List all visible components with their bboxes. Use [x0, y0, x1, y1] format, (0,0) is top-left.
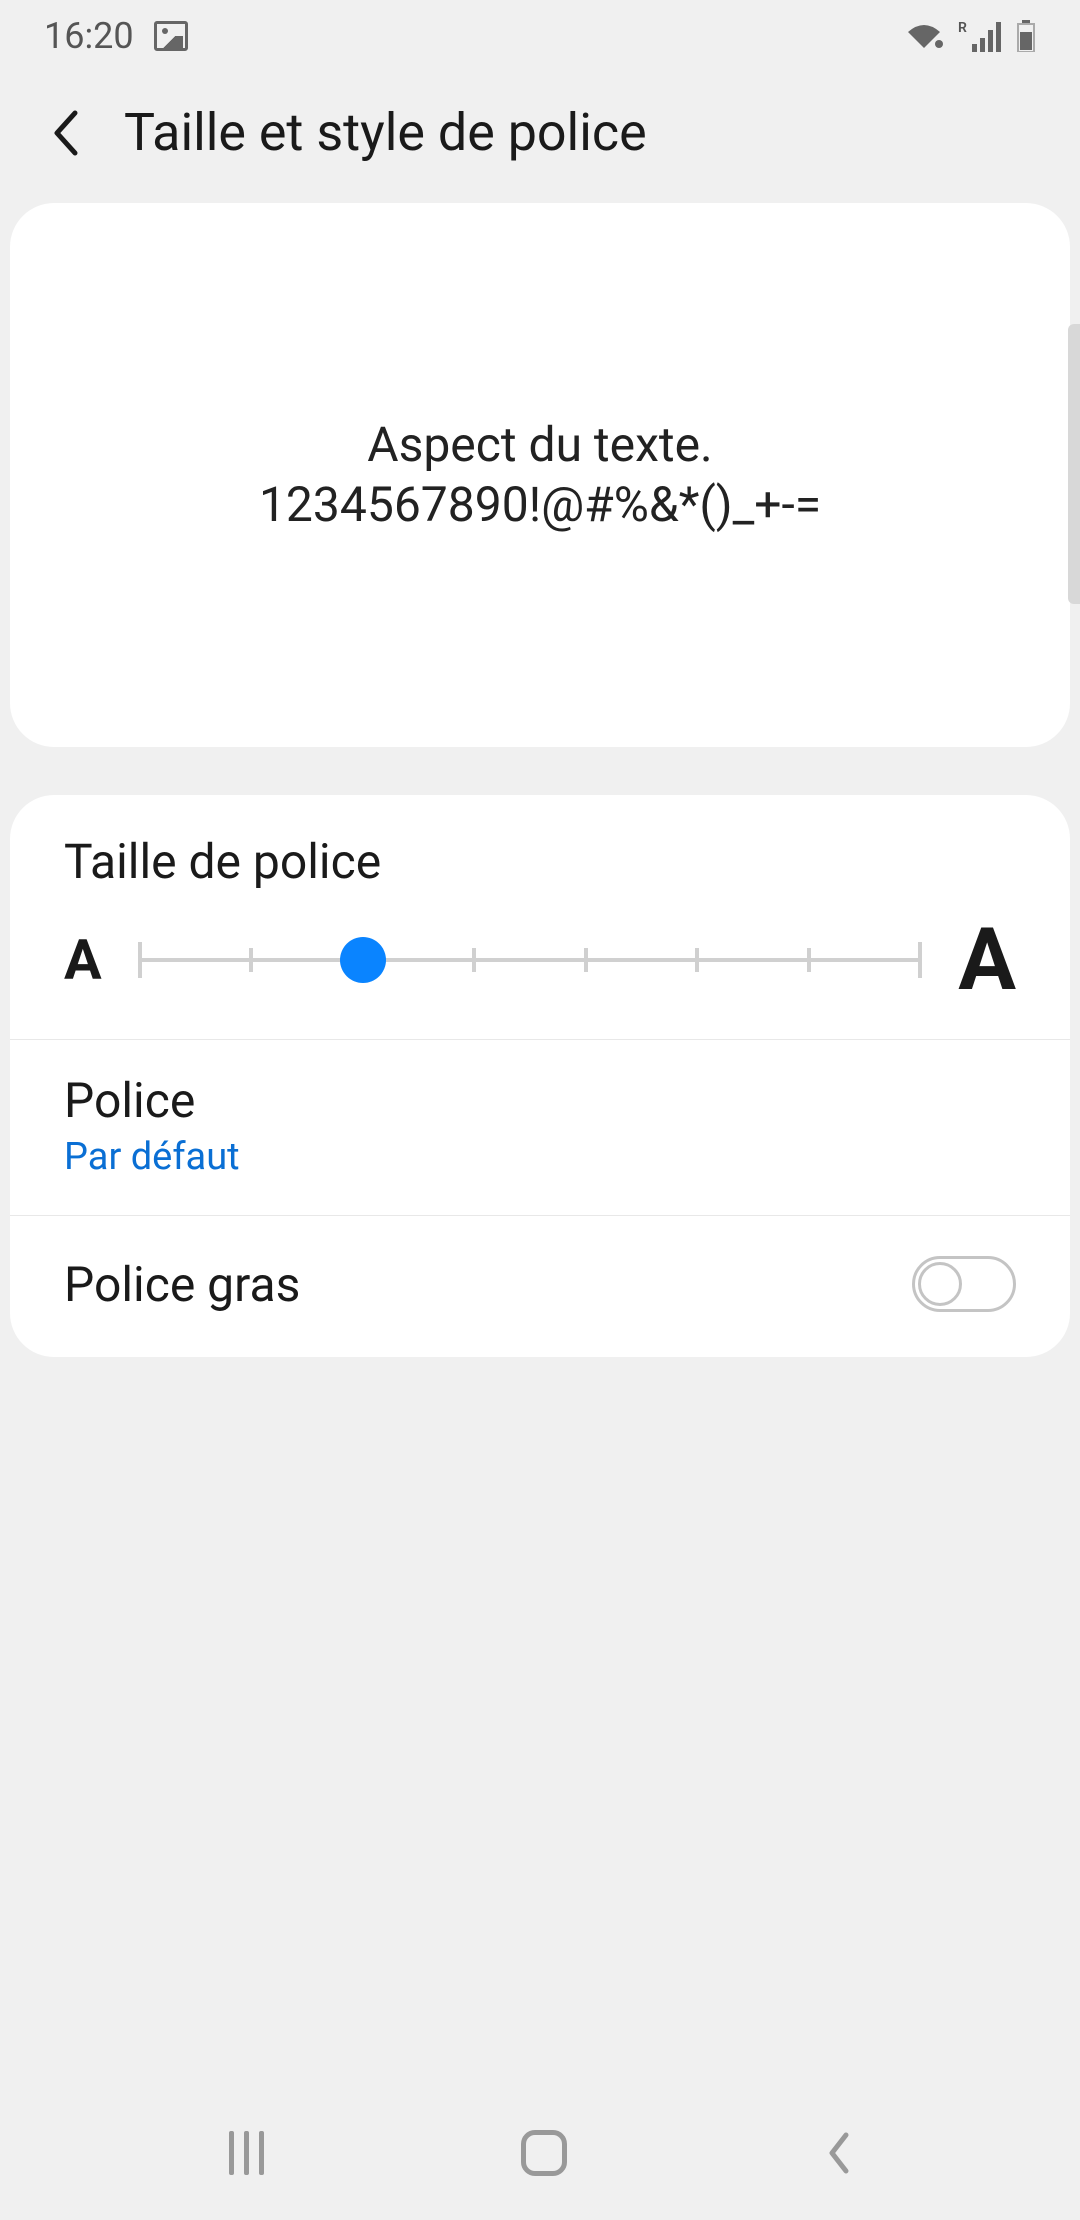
nav-back-button[interactable] [824, 2129, 852, 2177]
back-button[interactable] [50, 108, 80, 158]
status-time: 16:20 [44, 15, 134, 57]
large-a-marker: A [958, 926, 1016, 995]
navigation-bar [0, 2086, 1080, 2220]
chevron-left-icon [51, 109, 79, 157]
preview-text: Aspect du texte. 1234567890!@#%&*()_+-= [259, 415, 821, 535]
small-a-marker: A [64, 927, 102, 993]
nav-recents-button[interactable] [229, 2131, 264, 2175]
slider-tick [249, 948, 253, 972]
slider-track-line [140, 958, 921, 962]
font-size-slider-row: A A [64, 926, 1016, 995]
signal-icon: R [958, 20, 1002, 52]
preview-line-1: Aspect du texte. [259, 415, 821, 475]
header: Taille et style de police [0, 72, 1080, 203]
picture-icon [154, 21, 188, 51]
slider-tick [807, 948, 811, 972]
slider-thumb[interactable] [340, 937, 386, 983]
slider-tick [918, 942, 922, 978]
font-size-slider[interactable] [140, 940, 921, 980]
settings-card: Taille de police A A Police Par défaut P… [10, 795, 1070, 1357]
bold-font-label: Police gras [64, 1256, 300, 1313]
slider-tick [584, 948, 588, 972]
wifi-icon [904, 20, 944, 52]
toggle-knob [918, 1262, 962, 1306]
nav-home-button[interactable] [521, 2130, 567, 2176]
slider-tick [138, 942, 142, 978]
page-title: Taille et style de police [124, 102, 647, 163]
font-style-value: Par défaut [64, 1135, 1016, 1179]
slider-tick [472, 948, 476, 972]
status-right: R [904, 20, 1036, 52]
bold-font-toggle[interactable] [912, 1256, 1016, 1312]
battery-icon [1016, 20, 1036, 52]
font-size-label: Taille de police [64, 833, 1016, 890]
status-left: 16:20 [44, 15, 188, 57]
font-style-label: Police [64, 1072, 1016, 1129]
svg-text:R: R [958, 20, 967, 36]
bold-font-section: Police gras [10, 1216, 1070, 1357]
font-size-section: Taille de police A A [10, 795, 1070, 1040]
scroll-indicator[interactable] [1068, 324, 1080, 604]
slider-tick [695, 948, 699, 972]
font-style-section[interactable]: Police Par défaut [10, 1040, 1070, 1216]
preview-line-2: 1234567890!@#%&*()_+-= [259, 475, 821, 535]
status-bar: 16:20 R [0, 0, 1080, 72]
font-preview-card: Aspect du texte. 1234567890!@#%&*()_+-= [10, 203, 1070, 747]
